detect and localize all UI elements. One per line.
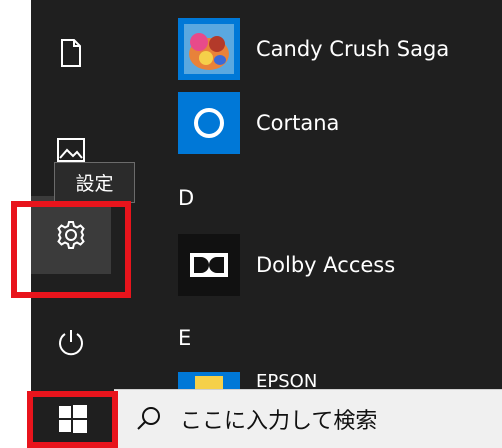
- app-item-epson[interactable]: EPSON: [178, 372, 502, 389]
- app-list: Candy Crush Saga Cortana D Dolby Access …: [178, 0, 502, 389]
- app-name: Candy Crush Saga: [256, 37, 450, 61]
- settings-tooltip: 設定: [54, 162, 135, 203]
- app-name: EPSON: [256, 374, 318, 389]
- app-name: Cortana: [256, 111, 340, 135]
- documents-button[interactable]: [31, 23, 111, 83]
- power-icon: [59, 330, 83, 356]
- app-item-candy-crush[interactable]: Candy Crush Saga: [178, 18, 502, 80]
- picture-icon: [57, 138, 85, 162]
- epson-icon: [178, 372, 240, 389]
- candy-crush-icon: [178, 18, 240, 80]
- cortana-icon: [178, 92, 240, 154]
- search-icon: [137, 407, 160, 430]
- settings-highlight: [11, 201, 131, 298]
- app-item-dolby[interactable]: Dolby Access: [178, 234, 502, 296]
- section-header-e[interactable]: E: [178, 326, 191, 350]
- search-placeholder: ここに入力して検索: [180, 409, 378, 434]
- search-box[interactable]: ここに入力して検索: [114, 389, 502, 448]
- app-item-cortana[interactable]: Cortana: [178, 92, 502, 154]
- document-icon: [61, 39, 81, 67]
- dolby-icon: [178, 234, 240, 296]
- power-button[interactable]: [31, 312, 111, 372]
- start-button-highlight: [27, 391, 118, 448]
- app-name: Dolby Access: [256, 253, 396, 277]
- section-header-d[interactable]: D: [178, 186, 194, 210]
